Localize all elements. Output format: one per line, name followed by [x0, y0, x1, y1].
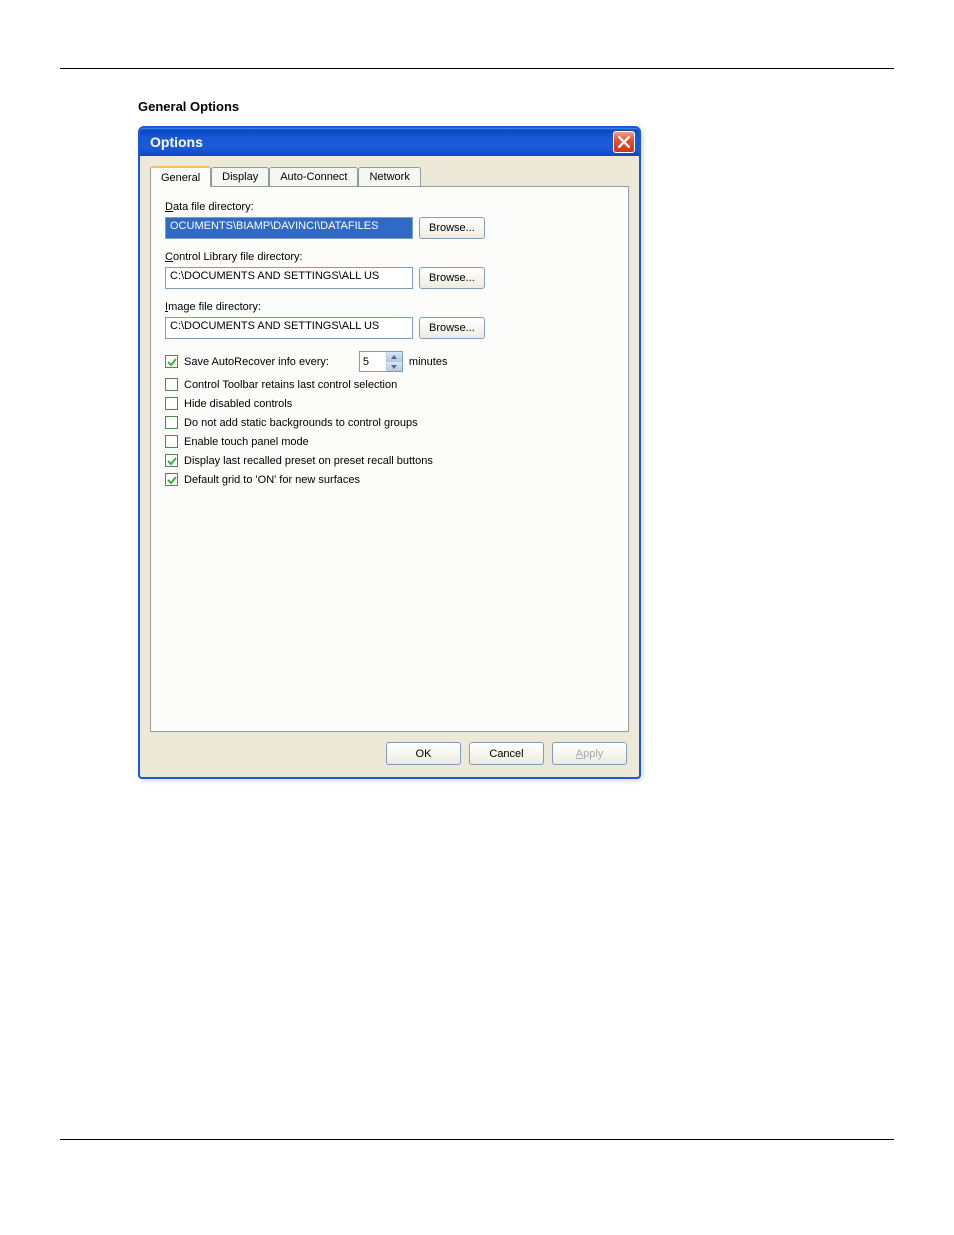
- data-dir-input[interactable]: OCUMENTS\BIAMP\DAVINCI\DATAFILES: [165, 217, 413, 239]
- close-button[interactable]: [613, 131, 635, 153]
- image-dir-browse-button[interactable]: Browse...: [419, 317, 485, 339]
- option-checkbox-1[interactable]: [165, 397, 178, 410]
- tab-panel-general: Data file directory: OCUMENTS\BIAMP\DAVI…: [150, 186, 629, 732]
- option-row: Display last recalled preset on preset r…: [165, 454, 614, 467]
- tab-auto-connect[interactable]: Auto-Connect: [269, 167, 358, 186]
- option-checkbox-4[interactable]: [165, 454, 178, 467]
- spin-up-button[interactable]: [387, 352, 402, 361]
- dialog-buttons: OK Cancel Apply: [140, 732, 639, 777]
- option-label: Hide disabled controls: [184, 398, 292, 410]
- option-label: Enable touch panel mode: [184, 436, 309, 448]
- option-label: Control Toolbar retains last control sel…: [184, 379, 397, 391]
- options-dialog: Options General Display Auto-Connect Net…: [138, 126, 641, 779]
- chevron-up-icon: [391, 355, 397, 359]
- option-row: Default grid to 'ON' for new surfaces: [165, 473, 614, 486]
- ctrl-lib-dir-label: Control Library file directory:: [165, 251, 614, 263]
- spin-down-button[interactable]: [387, 361, 402, 371]
- bottom-rule: [60, 1139, 894, 1140]
- option-checkbox-5[interactable]: [165, 473, 178, 486]
- cancel-button[interactable]: Cancel: [469, 742, 544, 765]
- data-dir-label: Data file directory:: [165, 201, 614, 213]
- autorecover-checkbox[interactable]: [165, 355, 178, 368]
- data-dir-browse-button[interactable]: Browse...: [419, 217, 485, 239]
- autorecover-spinner[interactable]: [359, 351, 403, 372]
- dialog-title: Options: [150, 134, 203, 150]
- image-dir-label: Image file directory:: [165, 301, 614, 313]
- tab-display[interactable]: Display: [211, 167, 269, 186]
- apply-button[interactable]: Apply: [552, 742, 627, 765]
- option-checkbox-2[interactable]: [165, 416, 178, 429]
- chevron-down-icon: [391, 365, 397, 369]
- autorecover-unit: minutes: [409, 356, 448, 368]
- option-row: Hide disabled controls: [165, 397, 614, 410]
- option-label: Default grid to 'ON' for new surfaces: [184, 474, 360, 486]
- option-label: Display last recalled preset on preset r…: [184, 455, 433, 467]
- section-title: General Options: [138, 99, 894, 114]
- check-icon: [167, 456, 177, 466]
- check-icon: [167, 475, 177, 485]
- option-checkbox-0[interactable]: [165, 378, 178, 391]
- image-dir-input[interactable]: C:\DOCUMENTS AND SETTINGS\ALL US: [165, 317, 413, 339]
- tab-general[interactable]: General: [150, 166, 211, 187]
- ctrl-lib-dir-browse-button[interactable]: Browse...: [419, 267, 485, 289]
- close-icon: [618, 136, 630, 148]
- option-row: Do not add static backgrounds to control…: [165, 416, 614, 429]
- tab-network[interactable]: Network: [358, 167, 420, 186]
- option-label: Do not add static backgrounds to control…: [184, 417, 418, 429]
- autorecover-label: Save AutoRecover info every:: [184, 356, 329, 368]
- option-row: Control Toolbar retains last control sel…: [165, 378, 614, 391]
- option-row: Enable touch panel mode: [165, 435, 614, 448]
- ctrl-lib-dir-input[interactable]: C:\DOCUMENTS AND SETTINGS\ALL US: [165, 267, 413, 289]
- check-icon: [167, 357, 177, 367]
- option-checkbox-3[interactable]: [165, 435, 178, 448]
- autorecover-value[interactable]: [360, 352, 386, 371]
- titlebar: Options: [140, 128, 639, 156]
- tab-strip: General Display Auto-Connect Network: [150, 166, 629, 186]
- top-rule: [60, 68, 894, 69]
- ok-button[interactable]: OK: [386, 742, 461, 765]
